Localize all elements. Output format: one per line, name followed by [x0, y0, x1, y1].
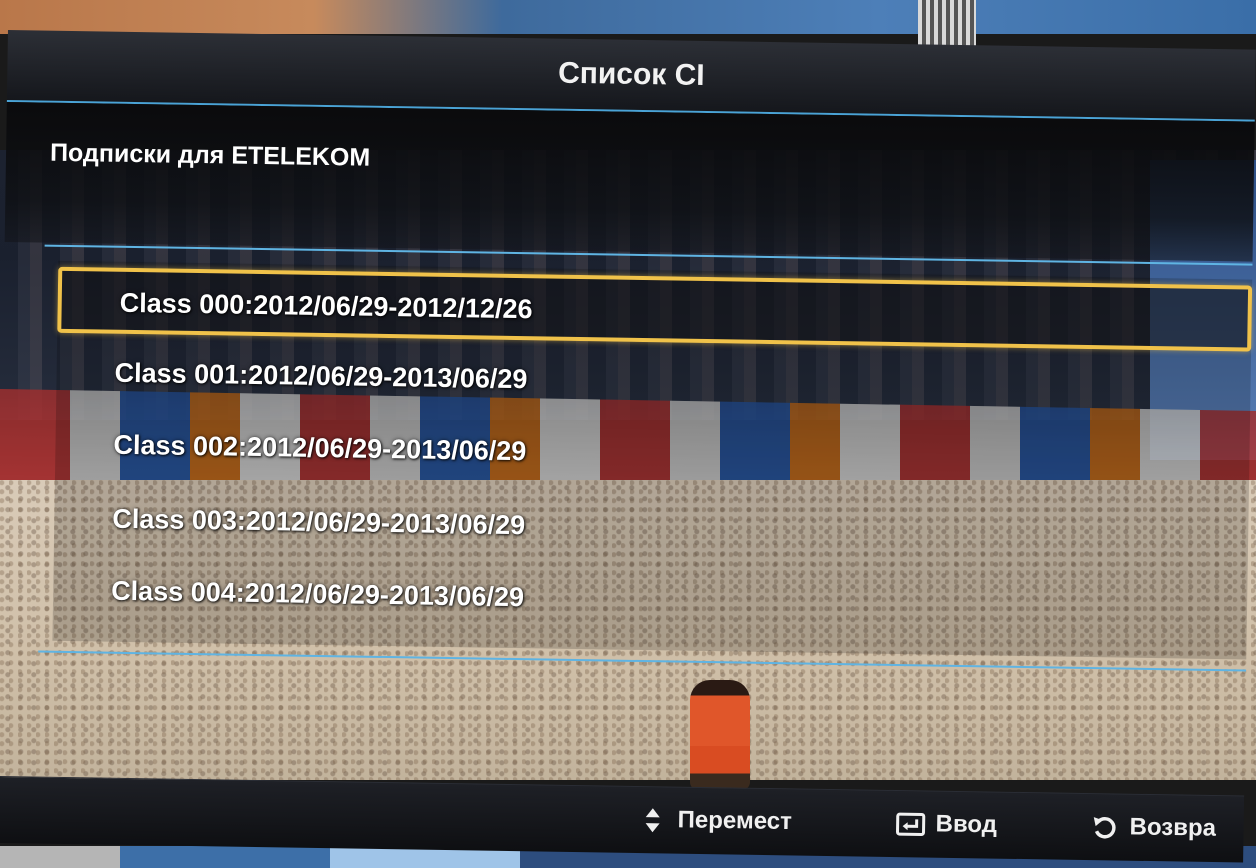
return-hint-label: Возвра [1129, 813, 1217, 842]
list-item-label: Class 003:2012/06/29-2013/06/29 [112, 503, 526, 541]
enter-hint[interactable]: Ввод [895, 809, 997, 839]
list-item-label: Class 004:2012/06/29-2013/06/29 [110, 575, 525, 613]
subscription-list: Class 000:2012/06/29-2012/12/26 Class 00… [52, 260, 1253, 660]
background-sky [0, 0, 1256, 34]
list-item[interactable]: Class 002:2012/06/29-2013/06/29 [55, 413, 1250, 498]
enter-hint-label: Ввод [935, 810, 998, 839]
footer-hint-bar: Перемест Ввод Возвра [0, 775, 1245, 863]
enter-icon [895, 811, 926, 837]
list-item[interactable]: Class 003:2012/06/29-2013/06/29 [54, 487, 1249, 572]
ci-list-dialog: Список CI Подписки для ETELEKOM Class 00… [0, 30, 1256, 868]
list-item[interactable]: Class 004:2012/06/29-2013/06/29 [53, 559, 1248, 644]
tv-screen: Список CI Подписки для ETELEKOM Class 00… [0, 0, 1256, 868]
list-item[interactable]: Class 001:2012/06/29-2013/06/29 [56, 341, 1251, 426]
list-item-label: Class 000:2012/06/29-2012/12/26 [119, 287, 533, 325]
move-hint-label: Перемест [677, 806, 793, 836]
dialog-subtitle: Подписки для ETELEKOM [49, 138, 371, 172]
list-item-label: Class 002:2012/06/29-2013/06/29 [113, 429, 527, 467]
dialog-title: Список CI [557, 56, 705, 92]
list-item[interactable]: Class 000:2012/06/29-2012/12/26 [57, 266, 1253, 352]
move-hint[interactable]: Перемест [637, 805, 792, 836]
return-hint[interactable]: Возвра [1089, 812, 1216, 843]
return-icon [1089, 814, 1119, 840]
list-item-label: Class 001:2012/06/29-2013/06/29 [114, 357, 528, 395]
up-down-arrows-icon [637, 807, 667, 833]
dialog-info-area: Подписки для ETELEKOM [4, 101, 1255, 262]
